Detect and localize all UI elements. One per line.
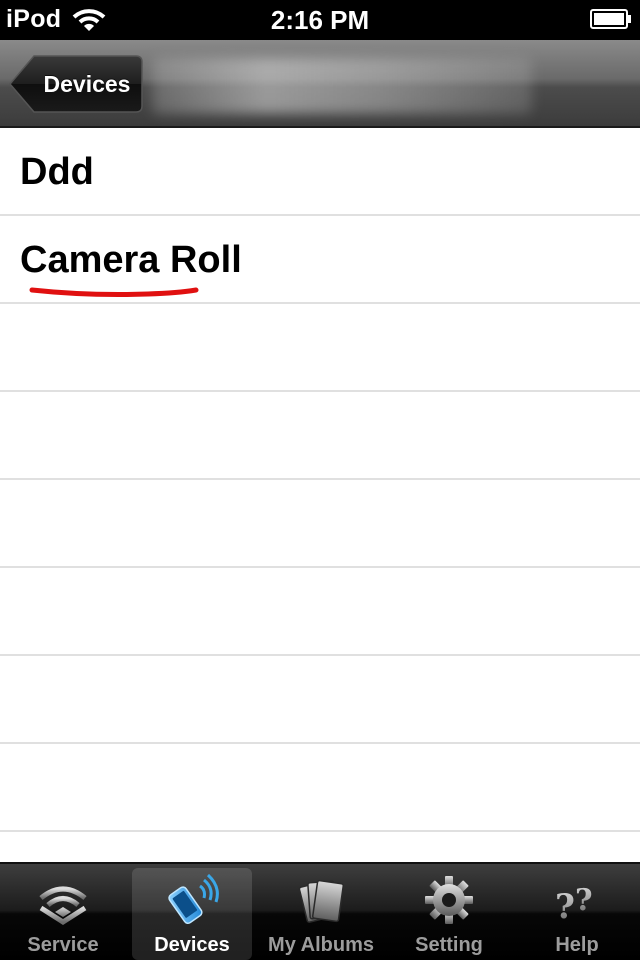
tab-service[interactable]: Service: [4, 868, 122, 960]
albums-icon: [298, 879, 345, 923]
list-item-empty: [0, 832, 640, 862]
list-item-empty: [0, 304, 640, 392]
tab-label: Help: [555, 934, 599, 956]
svg-text:?: ?: [575, 883, 593, 918]
tab-setting[interactable]: Setting: [390, 868, 508, 960]
device-signal-icon: [168, 874, 219, 925]
list-item-empty: [0, 656, 640, 744]
wifi-stack-icon: [39, 886, 87, 925]
battery-icon: [590, 9, 631, 29]
back-button[interactable]: Devices: [8, 54, 144, 114]
gear-icon: [425, 876, 473, 924]
list-item-empty: [0, 744, 640, 832]
tab-devices[interactable]: Devices: [132, 868, 252, 960]
list-item-empty: [0, 392, 640, 480]
list-item-empty: [0, 480, 640, 568]
album-list: Ddd Camera Roll: [0, 128, 640, 862]
red-underline-annotation: [29, 287, 199, 297]
tab-bar: Service Devices My Albums Setting ? ? He…: [0, 862, 640, 960]
tab-label: My Albums: [268, 934, 374, 956]
tab-label: Devices: [154, 934, 230, 956]
back-button-label: Devices: [43, 71, 131, 97]
svg-text:?: ?: [555, 887, 575, 926]
list-item-label: Ddd: [20, 151, 94, 193]
tab-help[interactable]: ? ? Help: [518, 868, 636, 960]
status-bar: iPod 2:16 PM: [0, 0, 640, 40]
question-icon: ? ?: [555, 883, 593, 926]
list-item-empty: [0, 568, 640, 656]
navigation-bar: Devices: [0, 40, 640, 128]
tab-label: Setting: [415, 934, 483, 956]
tab-label: Service: [27, 934, 99, 956]
status-time: 2:16 PM: [270, 5, 370, 35]
tab-my-albums[interactable]: My Albums: [262, 868, 380, 960]
list-item-ddd[interactable]: Ddd: [0, 128, 640, 216]
nav-title-redacted: [152, 58, 532, 114]
